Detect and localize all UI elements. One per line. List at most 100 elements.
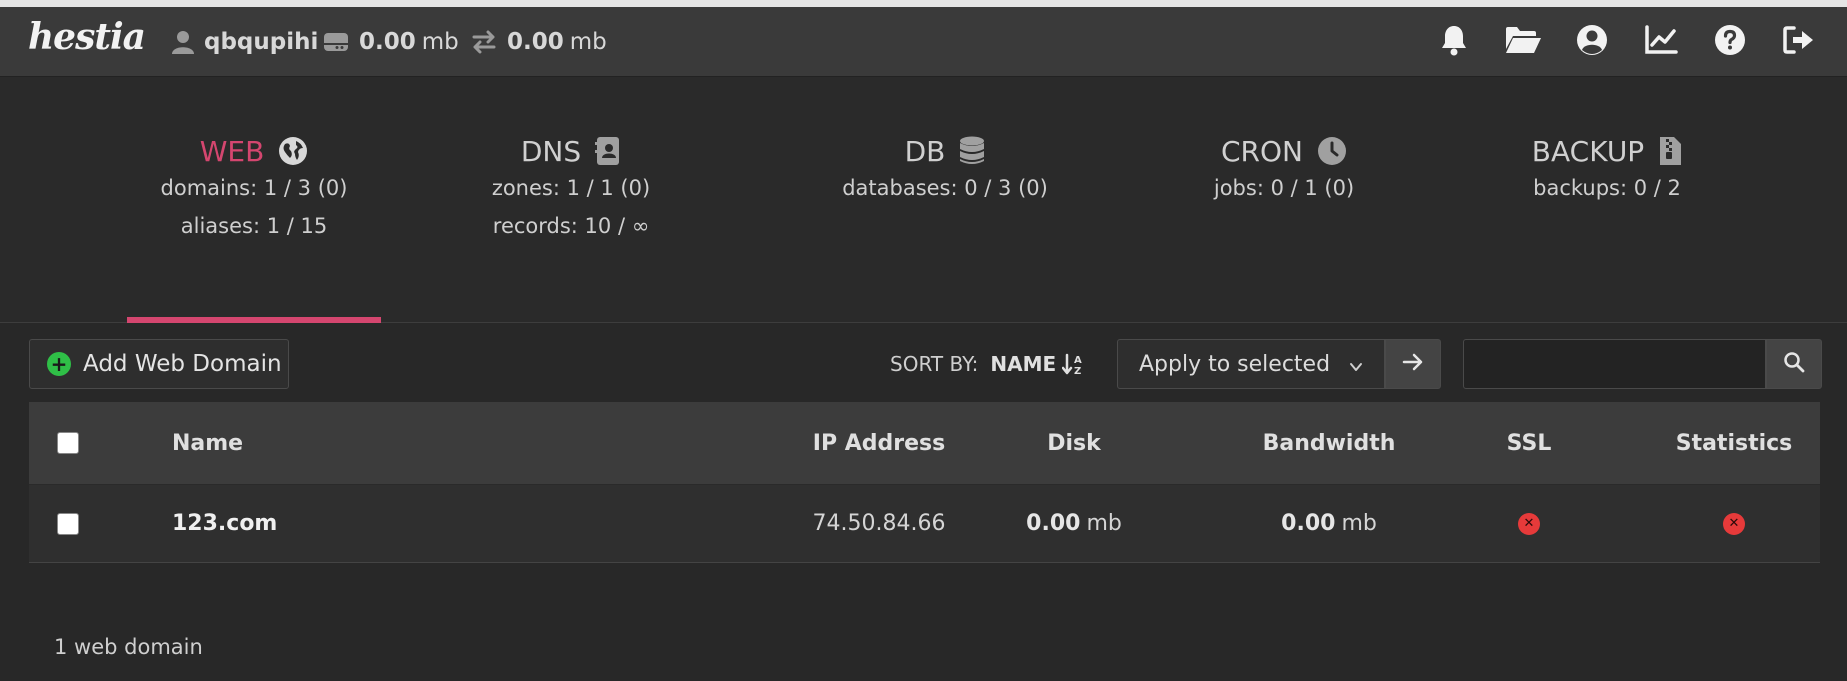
- chevron-down-icon: [1348, 356, 1364, 381]
- tab-db-title: DB: [800, 133, 1090, 169]
- disk-unit: mb: [421, 29, 459, 55]
- add-web-domain-button[interactable]: + Add Web Domain: [29, 339, 289, 389]
- statistics-button[interactable]: [1637, 18, 1685, 66]
- file-archive-icon: [1658, 136, 1682, 166]
- hestia-logo[interactable]: hestia: [28, 16, 146, 58]
- question-circle-icon: [1714, 24, 1746, 60]
- help-button[interactable]: [1706, 18, 1754, 66]
- stats-tabs: WEB domains: 1 / 3 (0) aliases: 1 / 15 D…: [0, 77, 1847, 323]
- tab-backup-title: BACKUP: [1462, 133, 1752, 169]
- hdd-icon: [323, 31, 349, 53]
- dns-records-stat: records: 10 / ∞: [492, 214, 650, 238]
- row-bandwidth: 0.00 mb: [1219, 485, 1439, 562]
- transfer-icon: [471, 30, 497, 54]
- plus-circle-icon: +: [47, 352, 71, 376]
- bandwidth-unit: mb: [569, 29, 607, 55]
- apply-to-selected-dropdown[interactable]: Apply to selected: [1117, 339, 1385, 389]
- file-manager-button[interactable]: [1499, 18, 1547, 66]
- row-statistics: ✕: [1624, 485, 1844, 562]
- arrow-right-icon: [1402, 352, 1424, 376]
- tab-backup[interactable]: BACKUP backups: 0 / 2: [1462, 77, 1752, 323]
- apply-to-selected-value: Apply to selected: [1139, 351, 1331, 377]
- address-book-icon: [595, 136, 621, 166]
- row-disk: 0.00 mb: [999, 485, 1149, 562]
- top-navbar: hestia qbqupihi 0.00 mb 0.00 mb: [0, 7, 1847, 77]
- svg-text:Z: Z: [1074, 366, 1081, 375]
- row-bandwidth-unit: mb: [1341, 511, 1377, 536]
- search-button[interactable]: [1766, 339, 1822, 389]
- row-checkbox[interactable]: [57, 512, 79, 535]
- bell-icon: [1439, 24, 1469, 60]
- globe-icon: [278, 136, 308, 166]
- tab-cron-label: CRON: [1221, 134, 1303, 168]
- search-icon: [1783, 351, 1805, 377]
- tab-backup-label: BACKUP: [1531, 134, 1645, 168]
- sort-alpha-down-icon: AZ: [1062, 353, 1086, 375]
- tab-dns-title: DNS: [426, 133, 716, 169]
- row-select-cell: [57, 485, 79, 562]
- bandwidth-value: 0.00: [507, 29, 564, 55]
- sort-by-control[interactable]: SORT BY: NAME AZ: [890, 339, 1086, 389]
- header-statistics[interactable]: Statistics: [1624, 402, 1844, 484]
- cron-jobs-stat: jobs: 0 / 1 (0): [1213, 176, 1355, 200]
- tab-dns-label: DNS: [520, 134, 582, 168]
- folder-open-icon: [1504, 25, 1542, 59]
- header-name[interactable]: Name: [172, 402, 243, 484]
- user-icon: [172, 30, 194, 54]
- disk-value: 0.00: [359, 29, 416, 55]
- select-all-cell: [57, 402, 79, 484]
- backup-backups-stat: backups: 0 / 2: [1533, 176, 1681, 200]
- web-aliases-stat: aliases: 1 / 15: [180, 214, 328, 238]
- search-input[interactable]: [1463, 339, 1766, 389]
- header-disk[interactable]: Disk: [999, 402, 1149, 484]
- statistics-disabled-icon: ✕: [1723, 512, 1745, 535]
- apply-button[interactable]: [1385, 339, 1441, 389]
- tab-cron-title: CRON: [1139, 133, 1429, 169]
- row-ssl: ✕: [1469, 485, 1589, 562]
- tab-db-label: DB: [904, 134, 946, 168]
- tab-web-title: WEB: [109, 133, 399, 169]
- disk-usage-info: 0.00 mb: [323, 7, 459, 77]
- logout-button[interactable]: [1775, 18, 1823, 66]
- header-ssl[interactable]: SSL: [1469, 402, 1589, 484]
- user-account-button[interactable]: [1568, 18, 1616, 66]
- web-domains-stat: domains: 1 / 3 (0): [160, 176, 348, 200]
- domain-name-link[interactable]: 123.com: [172, 485, 277, 562]
- web-domains-table: Name IP Address Disk Bandwidth SSL Stati…: [29, 402, 1820, 563]
- ssl-disabled-icon: ✕: [1518, 512, 1540, 535]
- toolbar: + Add Web Domain SORT BY: NAME AZ Apply …: [0, 324, 1847, 402]
- add-web-domain-label: Add Web Domain: [83, 351, 282, 377]
- tab-db[interactable]: DB databases: 0 / 3 (0): [800, 77, 1090, 323]
- user-circle-icon: [1576, 24, 1608, 60]
- notifications-button[interactable]: [1430, 18, 1478, 66]
- active-tab-indicator: [127, 317, 381, 323]
- row-disk-value: 0.00: [1026, 511, 1081, 536]
- bandwidth-usage-info: 0.00 mb: [471, 7, 607, 77]
- tab-cron[interactable]: CRON jobs: 0 / 1 (0): [1139, 77, 1429, 323]
- username: qbqupihi: [204, 29, 319, 55]
- table-row: 123.com 74.50.84.66 0.00 mb 0.00 mb ✕ ✕: [29, 485, 1820, 563]
- header-ip[interactable]: IP Address: [769, 402, 989, 484]
- tab-web-label: WEB: [199, 134, 265, 168]
- database-icon: [959, 136, 985, 166]
- header-bandwidth[interactable]: Bandwidth: [1219, 402, 1439, 484]
- top-actions: [1409, 7, 1823, 77]
- browser-top-strip: [0, 0, 1847, 7]
- logout-icon: [1782, 25, 1816, 59]
- svg-text:A: A: [1074, 355, 1082, 366]
- sort-field: NAME: [990, 352, 1057, 376]
- select-all-checkbox[interactable]: [57, 432, 79, 454]
- row-disk-unit: mb: [1086, 511, 1122, 536]
- chart-line-icon: [1644, 25, 1678, 59]
- table-header: Name IP Address Disk Bandwidth SSL Stati…: [29, 402, 1820, 485]
- tab-dns[interactable]: DNS zones: 1 / 1 (0) records: 10 / ∞: [426, 77, 716, 323]
- web-domain-count: 1 web domain: [54, 635, 203, 659]
- row-bandwidth-value: 0.00: [1281, 511, 1336, 536]
- tab-web[interactable]: WEB domains: 1 / 3 (0) aliases: 1 / 15: [109, 77, 399, 323]
- dns-zones-stat: zones: 1 / 1 (0): [491, 176, 651, 200]
- sort-by-label: SORT BY:: [890, 352, 979, 376]
- username-info[interactable]: qbqupihi: [172, 7, 318, 77]
- row-ip: 74.50.84.66: [812, 511, 946, 536]
- db-databases-stat: databases: 0 / 3 (0): [842, 176, 1048, 200]
- clock-icon: [1317, 136, 1347, 166]
